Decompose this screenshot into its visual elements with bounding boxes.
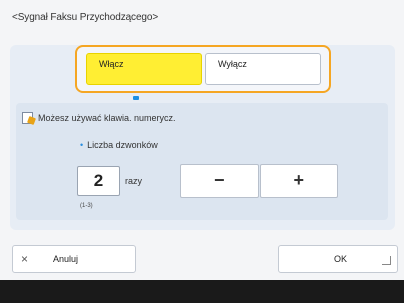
keypad-hint-icon (22, 112, 36, 125)
on-button[interactable]: Włącz (86, 53, 202, 85)
ring-count-input[interactable]: 2 (77, 166, 120, 196)
return-icon (382, 256, 391, 265)
hint: Możesz używać klawia. numerycz. (22, 112, 176, 125)
ok-button[interactable]: OK (278, 245, 398, 273)
cancel-button[interactable]: × Anuluj (12, 245, 136, 273)
ring-count-stepper: − + (180, 164, 338, 198)
off-button[interactable]: Wyłącz (205, 53, 321, 85)
increment-button[interactable]: + (259, 164, 338, 198)
page-title: <Sygnał Faksu Przychodzącego> (12, 12, 159, 23)
close-icon: × (21, 252, 29, 266)
bottom-bar (0, 280, 404, 303)
unit-label: razy (125, 176, 143, 186)
selection-indicator (133, 96, 139, 100)
toggle-group: Włącz Wyłącz (75, 45, 331, 93)
hint-text: Możesz używać klawia. numerycz. (38, 113, 176, 123)
range-label: (1-3) (80, 203, 93, 209)
bullet-icon: • (80, 140, 84, 150)
decrement-button[interactable]: − (180, 164, 259, 198)
ring-count-label: • Liczba dzwonków (80, 140, 158, 150)
